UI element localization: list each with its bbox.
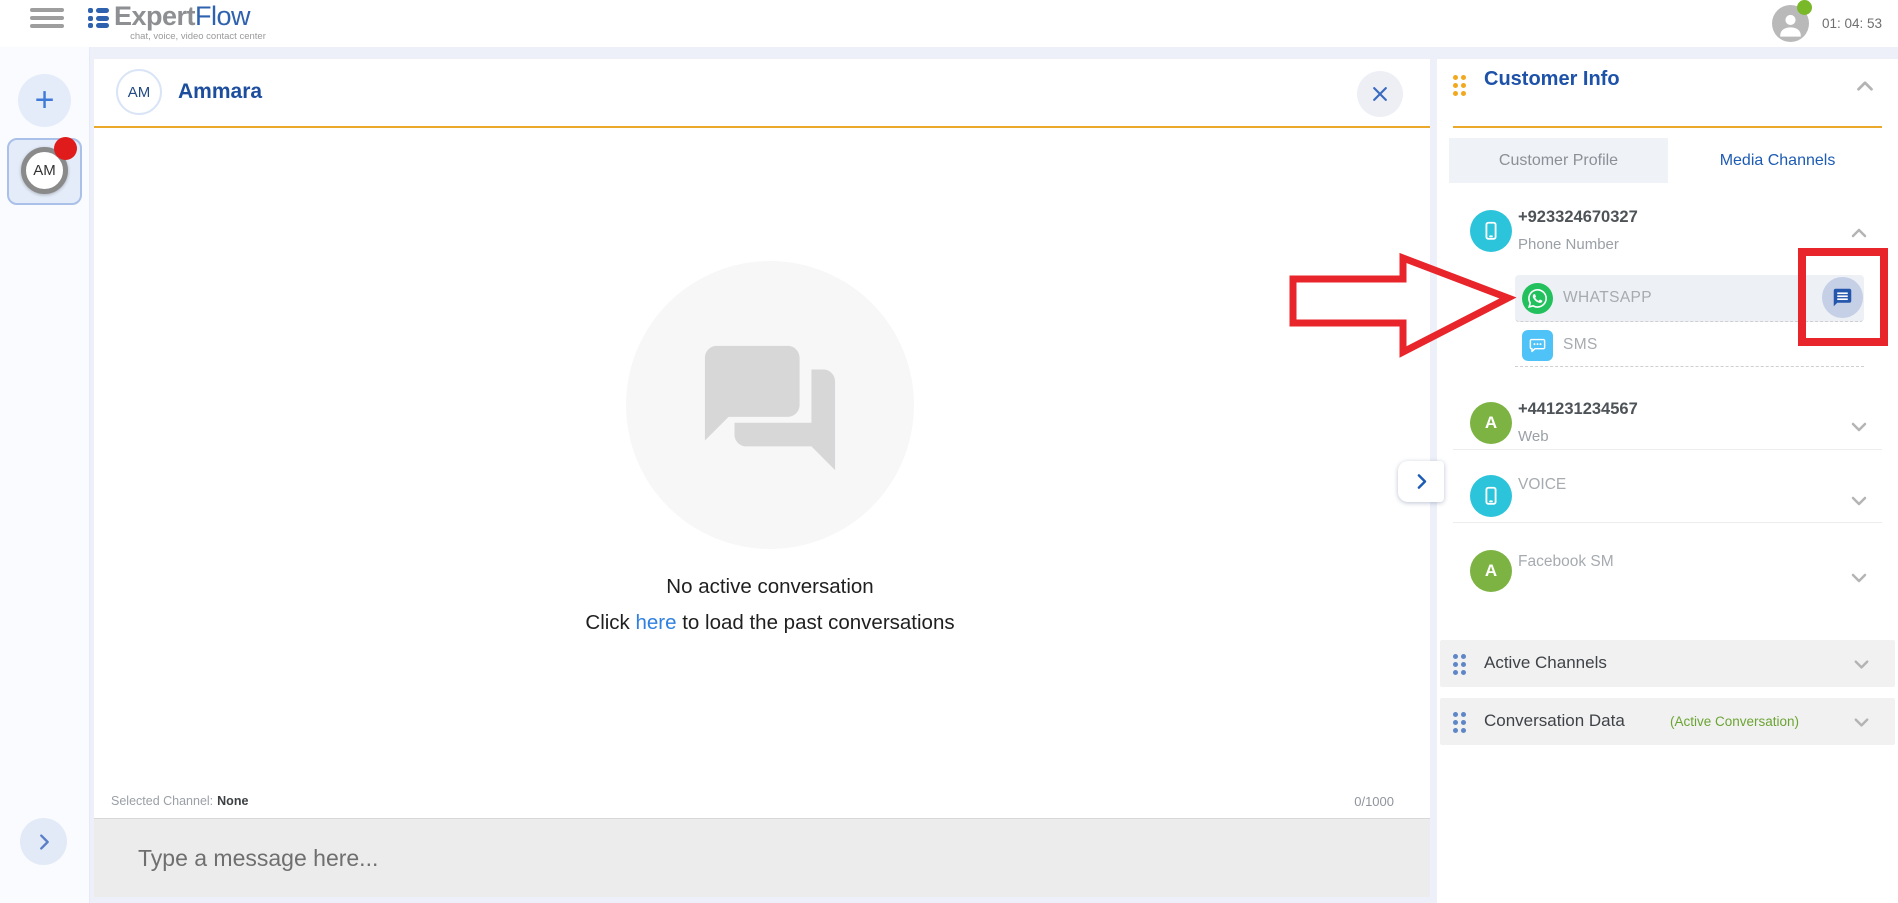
chevron-down-icon [1847,489,1871,513]
message-input[interactable] [138,836,1238,880]
empty-state-title: No active conversation [94,575,1446,599]
expand-voice-button[interactable] [1847,489,1871,518]
forum-icon [699,334,841,476]
empty-state-circle [626,261,914,549]
voice-channel-icon [1470,475,1512,517]
channel-row-whatsapp[interactable]: WHATSAPP [1515,275,1864,322]
character-counter: 0/1000 [1354,794,1394,809]
empty-state-subtitle: Click here to load the past conversation… [94,611,1446,635]
chevron-down-icon [1847,566,1871,590]
panel-collapse-handle[interactable] [1398,461,1444,502]
whatsapp-icon [1522,283,1553,314]
sms-glyph [1528,336,1547,355]
chevron-down-icon [1847,415,1871,439]
conversation-tab-ammara[interactable]: AM [7,138,82,205]
chevron-up-icon [1852,73,1878,99]
tab-media-channels[interactable]: Media Channels [1668,138,1887,183]
divider [1453,522,1882,523]
chat-bubble-icon [1832,287,1853,308]
contact-name: Ammara [178,80,262,104]
logo-dots-icon [88,8,111,30]
chevron-right-icon [33,831,55,853]
logo-flow: Flow [195,1,250,31]
chevron-down-icon[interactable] [1850,711,1873,739]
new-conversation-button[interactable]: + [18,74,71,127]
message-composer [94,819,1430,897]
tab-customer-profile[interactable]: Customer Profile [1449,138,1668,183]
plus-icon: + [35,81,55,120]
sidebar-expand-button[interactable] [20,818,67,865]
empty-prefix: Click [585,611,635,634]
mobile-phone-icon [1480,220,1502,242]
active-channels-section[interactable]: Active Channels [1440,640,1895,687]
hamburger-menu-icon[interactable] [30,8,64,28]
collapse-customer-info-button[interactable] [1852,73,1878,104]
selected-channel-status: Selected Channel: None [111,794,248,808]
phone-number-type: Phone Number [1518,236,1619,253]
expand-facebook-button[interactable] [1847,566,1871,595]
session-timer: 01: 04: 53 [1822,16,1882,31]
expand-web-group-button[interactable] [1847,415,1871,444]
facebook-avatar-icon: A [1470,550,1512,592]
load-past-conversations-link[interactable]: here [636,611,677,634]
voice-label: VOICE [1518,476,1566,494]
conversation-data-title: Conversation Data [1484,711,1625,731]
chevron-right-icon [1411,471,1432,492]
selected-channel-value: None [217,794,248,808]
whatsapp-glyph [1528,289,1547,308]
start-whatsapp-chat-button[interactable] [1822,277,1863,318]
top-header: ExpertFlow chat, voice, video contact ce… [0,0,1898,47]
mobile-phone-icon [1480,485,1502,507]
drag-handle-icon[interactable] [1453,654,1466,675]
divider [1453,449,1882,450]
drag-handle-icon[interactable] [1453,75,1466,96]
close-icon [1370,84,1390,104]
whatsapp-label: WHATSAPP [1563,289,1652,307]
channel-row-sms[interactable]: SMS [1515,326,1864,367]
facebook-label: Facebook SM [1518,553,1614,571]
chat-panel: AM Ammara No active conversation Click h… [94,59,1430,897]
contact-avatar: AM [116,69,162,115]
drag-handle-icon[interactable] [1453,712,1466,733]
active-channels-title: Active Channels [1484,653,1607,673]
selected-channel-label: Selected Channel: [111,794,213,808]
web-avatar-icon: A [1470,402,1512,444]
presence-status-dot [1797,0,1812,15]
sms-label: SMS [1563,336,1598,354]
app-window: ExpertFlow chat, voice, video contact ce… [0,0,1898,903]
empty-suffix: to load the past conversations [677,611,955,634]
sms-icon [1522,330,1553,361]
chevron-down-icon[interactable] [1850,653,1873,681]
customer-info-title: Customer Info [1484,68,1620,91]
web-number-value: +441231234567 [1518,400,1638,419]
conversation-data-section[interactable]: Conversation Data (Active Conversation) [1440,698,1895,745]
phone-channel-icon [1470,210,1512,252]
customer-info-header: Customer Info [1453,59,1882,128]
customer-info-panel: Customer Info Customer Profile Media Cha… [1437,59,1898,903]
chat-header: AM Ammara [94,59,1430,128]
collapse-phone-group-button[interactable] [1847,221,1871,250]
conversation-sidebar: + AM [0,47,90,903]
logo-text: ExpertFlow [114,1,250,32]
chevron-up-icon [1847,221,1871,245]
avatar-initial: A [1485,561,1497,581]
active-conversation-badge: (Active Conversation) [1670,714,1799,729]
notification-dot [54,137,77,160]
phone-number-value: +923324670327 [1518,208,1638,227]
web-type: Web [1518,428,1549,445]
close-conversation-button[interactable] [1357,71,1403,117]
logo-expert: Expert [114,1,195,31]
logo-tagline: chat, voice, video contact center [114,31,282,42]
avatar-initial: A [1485,413,1497,433]
